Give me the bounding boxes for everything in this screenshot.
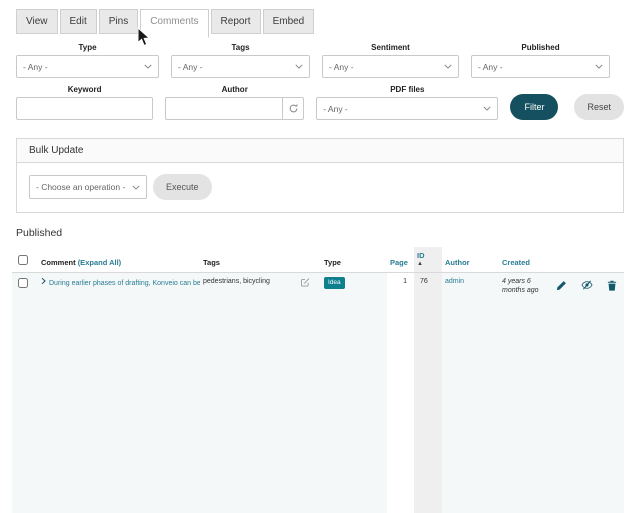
table-header-row: Comment (Expand All) Tags Type Page ID ▲… bbox=[12, 247, 624, 273]
chevron-down-icon bbox=[295, 64, 303, 69]
keyword-input[interactable] bbox=[16, 97, 154, 120]
type-badge: Idea bbox=[324, 277, 345, 290]
actions-column-header bbox=[547, 247, 624, 273]
author-sort-link[interactable]: Author bbox=[445, 258, 470, 267]
tags-cell: pedestrians, bicycling bbox=[203, 278, 270, 285]
reset-button[interactable]: Reset bbox=[574, 94, 624, 120]
page-cell: 1 bbox=[387, 272, 414, 513]
type-cell: Idea bbox=[321, 273, 387, 513]
chevron-down-icon bbox=[132, 185, 140, 190]
id-sort-link[interactable]: ID bbox=[417, 251, 425, 260]
mouse-cursor-icon bbox=[137, 27, 151, 47]
tags-column-header: Tags bbox=[200, 247, 297, 273]
edit-comment-icon[interactable] bbox=[556, 280, 567, 294]
tab-view[interactable]: View bbox=[16, 9, 58, 34]
actions-cell bbox=[547, 273, 624, 513]
tab-report[interactable]: Report bbox=[210, 9, 261, 34]
chevron-down-icon bbox=[144, 64, 152, 69]
id-column-header: ID ▲ bbox=[414, 247, 442, 273]
bulk-update-title: Bulk Update bbox=[17, 139, 623, 163]
delete-trash-icon[interactable] bbox=[607, 280, 617, 294]
tags-filter-select[interactable]: - Any - bbox=[171, 55, 310, 78]
refresh-icon bbox=[289, 104, 298, 113]
page-sort-link[interactable]: Page bbox=[390, 258, 408, 267]
author-link[interactable]: admin bbox=[445, 278, 464, 285]
tab-embed[interactable]: Embed bbox=[262, 9, 315, 34]
comments-admin-page: View Edit Pins Comments Report Embed Typ… bbox=[0, 0, 640, 513]
operation-select[interactable]: - Choose an operation - bbox=[29, 175, 147, 199]
sort-asc-icon: ▲ bbox=[417, 261, 423, 267]
author-input[interactable] bbox=[165, 97, 283, 120]
created-cell: 4 years 6 months ago bbox=[502, 278, 539, 295]
chevron-down-icon bbox=[595, 64, 603, 69]
filters-section: Type - Any - Tags - Any - Sentiment - An… bbox=[0, 38, 640, 128]
author-cell: admin bbox=[442, 273, 499, 513]
type-column-header: Type bbox=[321, 247, 387, 273]
chevron-down-icon bbox=[444, 64, 452, 69]
expand-all-link[interactable]: (Expand All) bbox=[78, 258, 121, 267]
tab-edit[interactable]: Edit bbox=[59, 9, 97, 34]
edit-tags-icon[interactable] bbox=[300, 278, 310, 289]
comment-row: During earlier phases of drafting, Konve… bbox=[12, 272, 624, 513]
sentiment-filter-select[interactable]: - Any - bbox=[322, 55, 459, 78]
unpublish-eye-slash-icon[interactable] bbox=[581, 279, 593, 294]
pdf-files-select[interactable]: - Any - bbox=[316, 97, 499, 120]
comment-link[interactable]: During earlier phases of drafting, Konve… bbox=[49, 280, 200, 287]
filter-button[interactable]: Filter bbox=[510, 94, 559, 120]
type-filter-select[interactable]: - Any - bbox=[16, 55, 159, 78]
edit-icon-column-header bbox=[297, 247, 321, 273]
sentiment-filter-label: Sentiment bbox=[371, 43, 410, 52]
comment-cell: During earlier phases of drafting, Konve… bbox=[38, 273, 200, 513]
chevron-down-icon bbox=[483, 106, 492, 111]
published-filter-label: Published bbox=[521, 43, 560, 52]
comment-column-header: Comment (Expand All) bbox=[38, 247, 200, 273]
id-cell: 76 bbox=[414, 272, 442, 513]
comments-table-body: During earlier phases of drafting, Konve… bbox=[12, 272, 624, 513]
tab-pins[interactable]: Pins bbox=[98, 9, 139, 34]
comments-table: Comment (Expand All) Tags Type Page ID ▲… bbox=[12, 247, 624, 513]
author-autocomplete-button[interactable] bbox=[282, 97, 305, 120]
execute-button[interactable]: Execute bbox=[153, 174, 212, 200]
keyword-filter-label: Keyword bbox=[67, 85, 102, 94]
select-all-checkbox[interactable] bbox=[18, 255, 28, 265]
bulk-update-panel: Bulk Update - Choose an operation - Exec… bbox=[16, 138, 624, 213]
expand-chevron-icon[interactable] bbox=[41, 277, 46, 288]
tags-filter-label: Tags bbox=[231, 43, 250, 52]
published-section-title: Published bbox=[16, 227, 63, 239]
created-sort-link[interactable]: Created bbox=[502, 258, 530, 267]
author-filter-label: Author bbox=[221, 85, 248, 94]
published-filter-select[interactable]: - Any - bbox=[471, 55, 610, 78]
tab-bar: View Edit Pins Comments Report Embed bbox=[0, 0, 640, 38]
row-checkbox[interactable] bbox=[18, 278, 28, 288]
pdf-files-filter-label: PDF files bbox=[390, 85, 425, 94]
